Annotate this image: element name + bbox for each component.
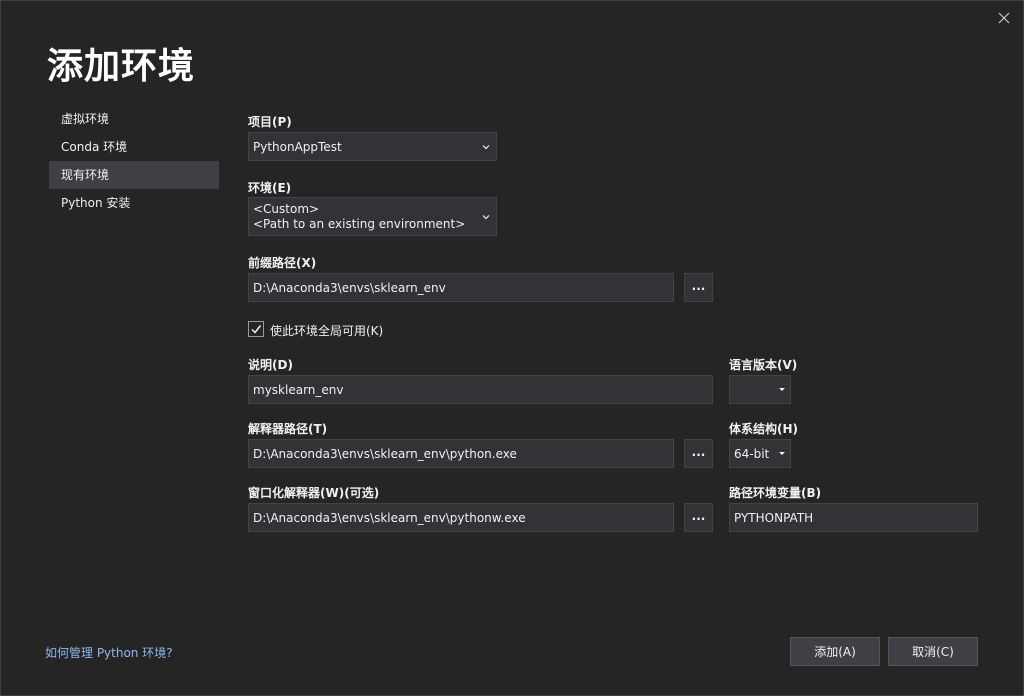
checkmark-icon — [251, 325, 262, 334]
make-global-label: 使此环境全局可用(K) — [270, 324, 384, 338]
prefix-path-label: 前缀路径(X) — [248, 256, 317, 270]
description-label: 说明(D) — [248, 358, 293, 372]
cancel-button[interactable]: 取消(C) — [888, 637, 978, 666]
windowed-interpreter-browse-button[interactable]: ... — [684, 503, 713, 532]
project-select[interactable]: PythonAppTest — [248, 132, 497, 161]
path-env-var-label: 路径环境变量(B) — [729, 486, 822, 500]
project-value: PythonAppTest — [253, 139, 342, 154]
interpreter-path-browse-button[interactable]: ... — [684, 439, 713, 468]
description-input[interactable]: mysklearn_env — [248, 375, 713, 404]
environment-line-1: <Custom> — [253, 201, 320, 216]
architecture-label: 体系结构(H) — [729, 422, 799, 436]
nav-item-python-install[interactable]: Python 安装 — [49, 189, 219, 217]
chevron-down-icon — [482, 214, 490, 219]
interpreter-path-label: 解释器路径(T) — [248, 422, 328, 436]
nav-item-virtual-env[interactable]: 虚拟环境 — [49, 105, 219, 133]
add-environment-dialog: 添加环境 虚拟环境 Conda 环境 现有环境 Python 安装 项目(P) … — [0, 0, 1024, 696]
windowed-interpreter-label: 窗口化解释器(W)(可选) — [248, 486, 380, 500]
project-label: 项目(P) — [248, 115, 292, 129]
environment-type-nav: 虚拟环境 Conda 环境 现有环境 Python 安装 — [49, 105, 219, 217]
nav-item-conda-env[interactable]: Conda 环境 — [49, 133, 219, 161]
language-version-select[interactable] — [729, 375, 791, 404]
environment-line-2: <Path to an existing environment> — [253, 216, 466, 231]
dropdown-arrow-icon — [779, 452, 785, 455]
architecture-select[interactable]: 64-bit — [729, 439, 791, 468]
language-version-label: 语言版本(V) — [729, 358, 798, 372]
add-button[interactable]: 添加(A) — [790, 637, 880, 666]
chevron-down-icon — [482, 144, 490, 149]
interpreter-path-input[interactable]: D:\Anaconda3\envs\sklearn_env\python.exe — [248, 439, 674, 468]
path-env-var-input[interactable]: PYTHONPATH — [729, 503, 978, 532]
close-button[interactable] — [995, 9, 1013, 27]
close-icon — [998, 12, 1010, 24]
nav-item-existing-env[interactable]: 现有环境 — [49, 161, 219, 189]
make-global-checkbox[interactable] — [248, 321, 264, 337]
prefix-path-input[interactable]: D:\Anaconda3\envs\sklearn_env — [248, 273, 674, 302]
dialog-title: 添加环境 — [47, 46, 196, 87]
environment-label: 环境(E) — [248, 181, 292, 195]
windowed-interpreter-input[interactable]: D:\Anaconda3\envs\sklearn_env\pythonw.ex… — [248, 503, 674, 532]
environment-select[interactable]: <Custom> <Path to an existing environmen… — [248, 197, 497, 236]
prefix-path-browse-button[interactable]: ... — [684, 273, 713, 302]
help-link[interactable]: 如何管理 Python 环境? — [45, 644, 173, 661]
dropdown-arrow-icon — [779, 388, 785, 391]
architecture-value: 64-bit — [734, 446, 770, 461]
